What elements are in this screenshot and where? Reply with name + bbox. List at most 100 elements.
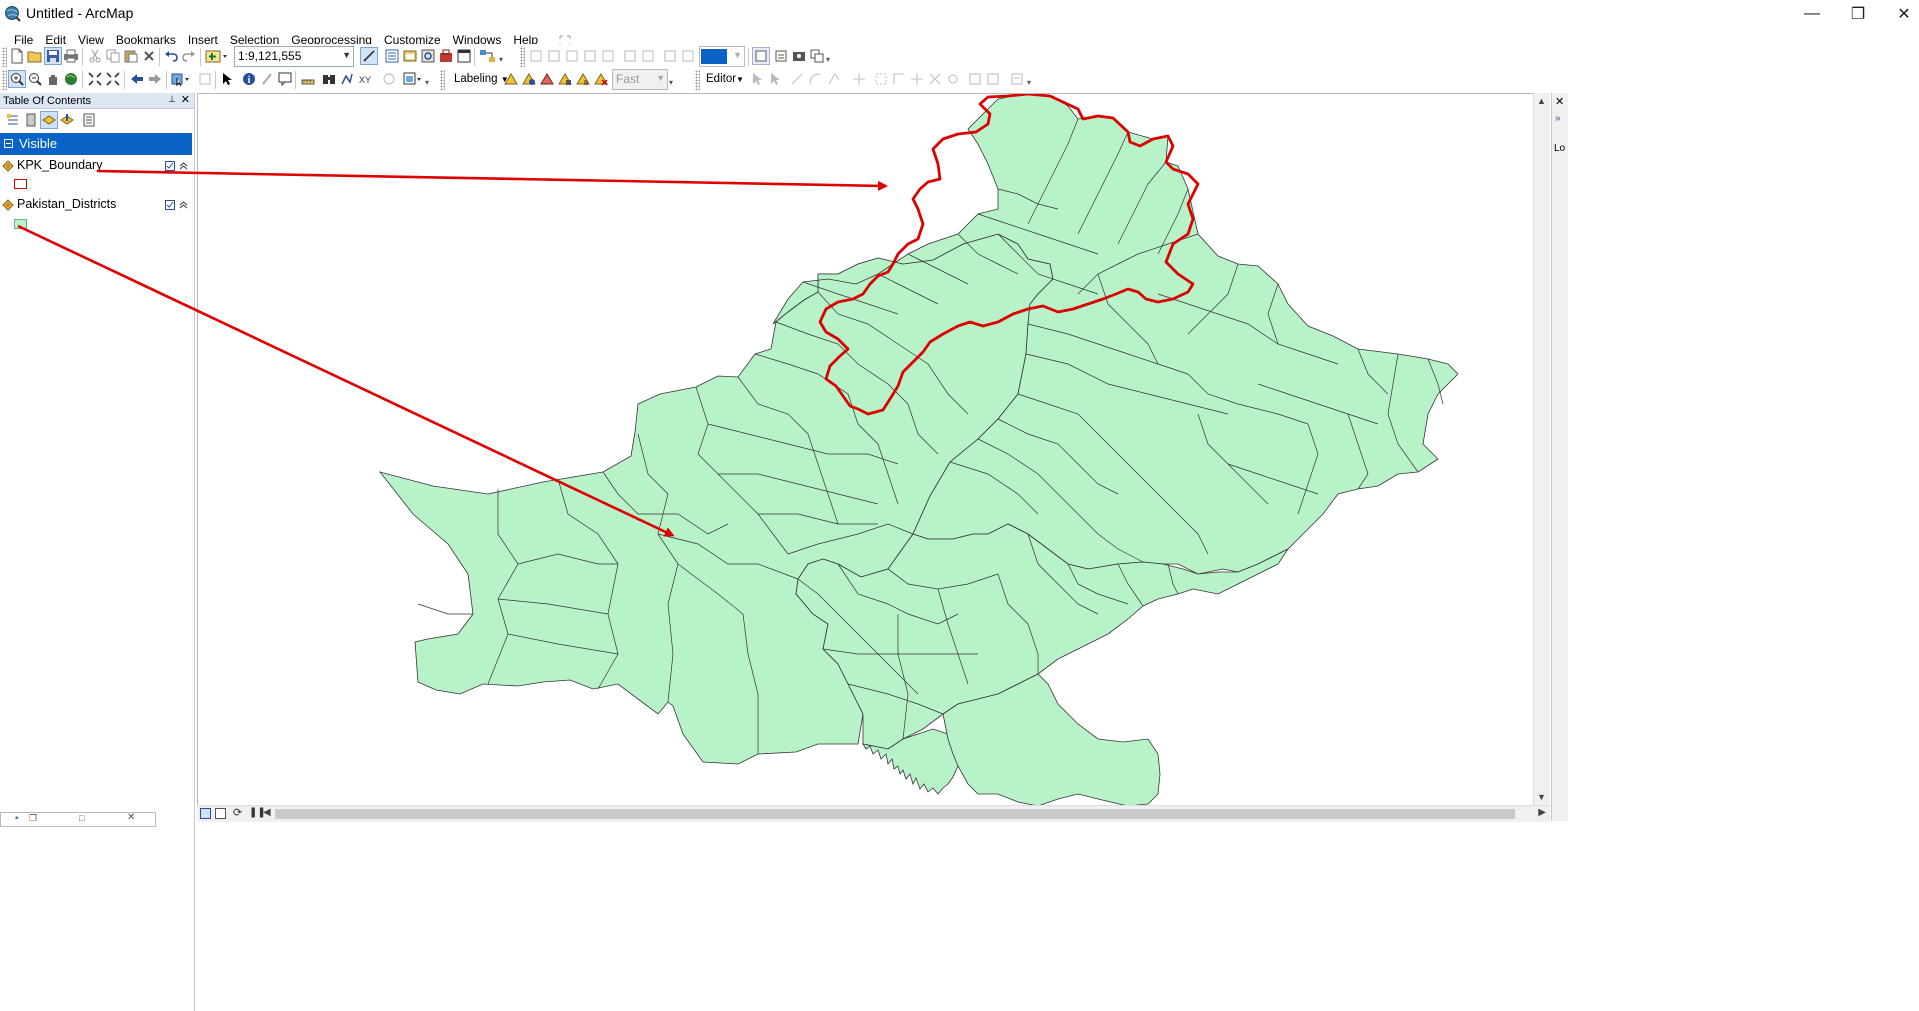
close-button[interactable]: ✕ <box>1881 0 1919 28</box>
label-priority-icon[interactable] <box>520 70 538 88</box>
list-by-drawing-order-icon[interactable] <box>4 111 22 129</box>
view-unplaced-labels-icon[interactable] <box>592 70 610 88</box>
toc-options-icon[interactable] <box>80 111 98 129</box>
select-features-icon[interactable] <box>170 70 192 88</box>
label-quality-value: Fast <box>616 72 640 86</box>
catalog-icon[interactable] <box>401 47 419 65</box>
scroll-left-icon[interactable]: ◀ <box>263 807 271 818</box>
zoom-in-icon[interactable] <box>8 70 26 88</box>
print-icon[interactable] <box>62 47 80 65</box>
editor-menu[interactable]: Editor▼ <box>706 73 744 85</box>
label-manager-icon[interactable] <box>502 70 520 88</box>
fixed-zoom-out-icon[interactable] <box>104 70 122 88</box>
redo-icon[interactable] <box>180 47 198 65</box>
html-popup-icon[interactable] <box>276 70 294 88</box>
map-scale-combobox[interactable]: 1:9,121,555 ▼ <box>234 46 354 67</box>
labeling-menu[interactable]: Labeling ▼ <box>454 73 509 85</box>
restore-button[interactable]: ❐ <box>1835 0 1881 28</box>
identify-icon[interactable]: i <box>240 70 258 88</box>
collapse-layer-icon[interactable] <box>179 161 188 171</box>
scroll-up-icon[interactable]: ▲ <box>1537 96 1546 106</box>
layer-visibility-icon[interactable] <box>165 161 175 171</box>
dock-tab-label[interactable]: Lo <box>1554 143 1565 154</box>
measure-icon[interactable] <box>299 70 317 88</box>
find-route-icon[interactable] <box>338 70 356 88</box>
paste-icon[interactable] <box>122 47 140 65</box>
pause-labeling-icon[interactable] <box>574 70 592 88</box>
table-of-contents-icon[interactable] <box>383 47 401 65</box>
fixed-zoom-in-icon[interactable] <box>86 70 104 88</box>
lock-labels-icon[interactable] <box>556 70 574 88</box>
new-document-icon[interactable] <box>8 47 26 65</box>
map-display[interactable] <box>197 92 1534 807</box>
layout-view-icon[interactable] <box>752 47 770 65</box>
minimize-button[interactable]: — <box>1789 0 1835 28</box>
undo-icon[interactable] <box>162 47 180 65</box>
select-elements-icon[interactable] <box>218 70 236 88</box>
chevron-down-icon: ▼ <box>736 75 744 84</box>
kpk-boundary-symbol[interactable] <box>14 179 27 189</box>
collapse-icon[interactable] <box>4 139 13 148</box>
delete-icon[interactable] <box>140 47 158 65</box>
dock-expand-icon[interactable]: » <box>1555 113 1561 124</box>
toc-layer-pakistan-districts[interactable]: Pakistan_Districts <box>0 196 192 214</box>
toc-close-button[interactable]: ✕ <box>181 93 190 106</box>
copy-icon[interactable] <box>104 47 122 65</box>
map-vertical-scrollbar[interactable]: ▲ ▼ <box>1533 93 1550 805</box>
layer-visibility-icon[interactable] <box>165 200 175 210</box>
map-canvas[interactable] <box>198 92 1534 807</box>
label-weight-icon[interactable] <box>538 70 556 88</box>
scroll-right-icon[interactable]: ▶ <box>1538 807 1546 818</box>
dock-close-icon[interactable]: ✕ <box>1555 95 1564 108</box>
list-by-visibility-icon[interactable] <box>40 111 58 129</box>
model-builder-icon[interactable] <box>478 47 498 65</box>
layer-icon <box>2 160 14 172</box>
close-icon[interactable]: ✕ <box>127 812 135 823</box>
chevron-down-icon[interactable]: ▼ <box>656 73 665 83</box>
go-to-xy-icon[interactable]: XY <box>356 70 374 88</box>
layout-tool-7-icon[interactable] <box>808 47 826 65</box>
list-by-selection-icon[interactable] <box>58 111 76 129</box>
pakistan-districts-symbol[interactable] <box>14 219 27 229</box>
layout-view-icon[interactable] <box>215 808 226 819</box>
layout-tool-5-icon[interactable] <box>772 47 790 65</box>
floating-minimized-window[interactable]: ▪ ❐ □ ✕ <box>0 812 156 827</box>
toc-group-visible[interactable]: Visible <box>0 133 192 155</box>
list-by-source-icon[interactable] <box>22 111 40 129</box>
toc-layer-kpk-boundary[interactable]: KPK_Boundary <box>0 157 192 175</box>
maximize-icon[interactable]: □ <box>79 813 84 823</box>
viewer-window-icon[interactable] <box>402 70 424 88</box>
forward-icon[interactable] <box>146 70 164 88</box>
search-window-icon[interactable] <box>419 47 437 65</box>
layout-zoom-combobox[interactable]: ▼ <box>699 46 745 67</box>
refresh-icon[interactable]: ⟳ <box>233 806 242 819</box>
clear-selection-icon[interactable] <box>196 70 214 88</box>
cut-icon[interactable] <box>86 47 104 65</box>
full-extent-icon[interactable] <box>62 70 80 88</box>
horizontal-scroll-thumb[interactable] <box>275 809 1515 819</box>
save-icon[interactable] <box>44 47 62 65</box>
map-horizontal-scrollbar[interactable]: ⟳ ❚❚ ◀ ▶ <box>197 805 1550 822</box>
data-view-icon[interactable] <box>200 808 211 819</box>
layout-tool-6-icon[interactable] <box>790 47 808 65</box>
python-window-icon[interactable] <box>455 47 473 65</box>
pin-icon[interactable]: ⊥ <box>168 94 176 105</box>
chevron-down-icon[interactable]: ▼ <box>342 50 351 60</box>
editor-toolbar-icon[interactable] <box>360 47 378 65</box>
chevron-down-icon[interactable]: ▼ <box>733 50 742 60</box>
create-features-icon <box>1008 70 1026 88</box>
back-icon[interactable] <box>128 70 146 88</box>
restore-icon[interactable]: ❐ <box>29 813 37 824</box>
hyperlink-icon[interactable] <box>258 70 276 88</box>
add-data-icon[interactable] <box>204 47 230 65</box>
pan-icon[interactable] <box>44 70 62 88</box>
label-quality-combobox[interactable]: Fast ▼ <box>612 69 668 90</box>
zoom-out-icon[interactable] <box>26 70 44 88</box>
open-icon[interactable] <box>26 47 44 65</box>
layout-tool-1-icon <box>621 47 639 65</box>
scroll-down-icon[interactable]: ▼ <box>1537 792 1546 802</box>
time-slider-icon[interactable] <box>380 70 398 88</box>
arctoolbox-icon[interactable] <box>437 47 455 65</box>
collapse-layer-icon[interactable] <box>179 200 188 210</box>
find-icon[interactable] <box>320 70 338 88</box>
